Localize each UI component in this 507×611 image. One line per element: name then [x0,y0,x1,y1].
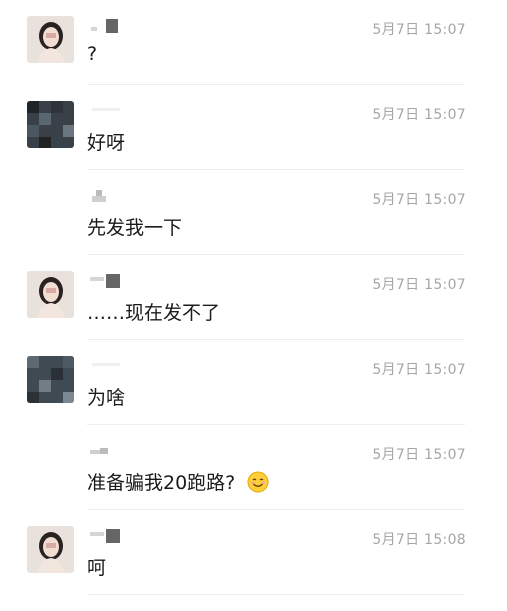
sender-name-redacted [88,104,128,118]
timestamp: 5月7日 15:07 [372,22,466,38]
avatar[interactable] [27,101,74,148]
sender-name-redacted [88,529,128,543]
chat-message[interactable]: 5月7日 15:07 ? [0,0,507,85]
message-text: ? [87,43,98,65]
chat-message[interactable]: 5月7日 15:07 为啥 [0,340,507,425]
female-avatar-icon [27,271,74,318]
chat-message[interactable]: 5月7日 15:07 先发我一下 [0,170,507,255]
message-text-content: 准备骗我20跑路? [87,472,236,494]
chat-message[interactable]: 5月7日 15:07 好呀 [0,85,507,170]
timestamp: 5月7日 15:07 [372,447,466,463]
chat-message[interactable]: 5月7日 15:07 准备骗我20跑路? [0,425,507,510]
avatar[interactable] [27,16,74,63]
timestamp: 5月7日 15:07 [372,362,466,378]
message-text: 准备骗我20跑路? [87,468,269,495]
pixelated-avatar-icon [27,101,74,148]
timestamp: 5月7日 15:07 [372,277,466,293]
smiling-face-emoji-icon [247,471,269,493]
avatar[interactable] [27,526,74,573]
female-avatar-icon [27,16,74,63]
sender-name-redacted [88,189,128,203]
timestamp: 5月7日 15:07 [372,192,466,208]
sender-name-redacted [88,19,128,33]
sender-name-redacted [88,359,128,373]
female-avatar-icon [27,526,74,573]
sender-name-redacted [88,274,128,288]
message-text: 先发我一下 [87,217,183,239]
avatar[interactable] [27,271,74,318]
timestamp: 5月7日 15:08 [372,532,466,548]
chat-message[interactable]: 5月7日 15:08 呵 [0,510,507,595]
message-text: 呵 [87,557,107,579]
timestamp: 5月7日 15:07 [372,107,466,123]
avatar[interactable] [27,356,74,403]
pixelated-avatar-icon [27,356,74,403]
chat-message[interactable]: 5月7日 15:07 ……现在发不了 [0,255,507,340]
message-text: 为啥 [87,387,126,409]
sender-name-redacted [88,444,128,458]
message-text: 好呀 [87,132,126,154]
message-text: ……现在发不了 [87,302,221,324]
divider [87,594,465,595]
